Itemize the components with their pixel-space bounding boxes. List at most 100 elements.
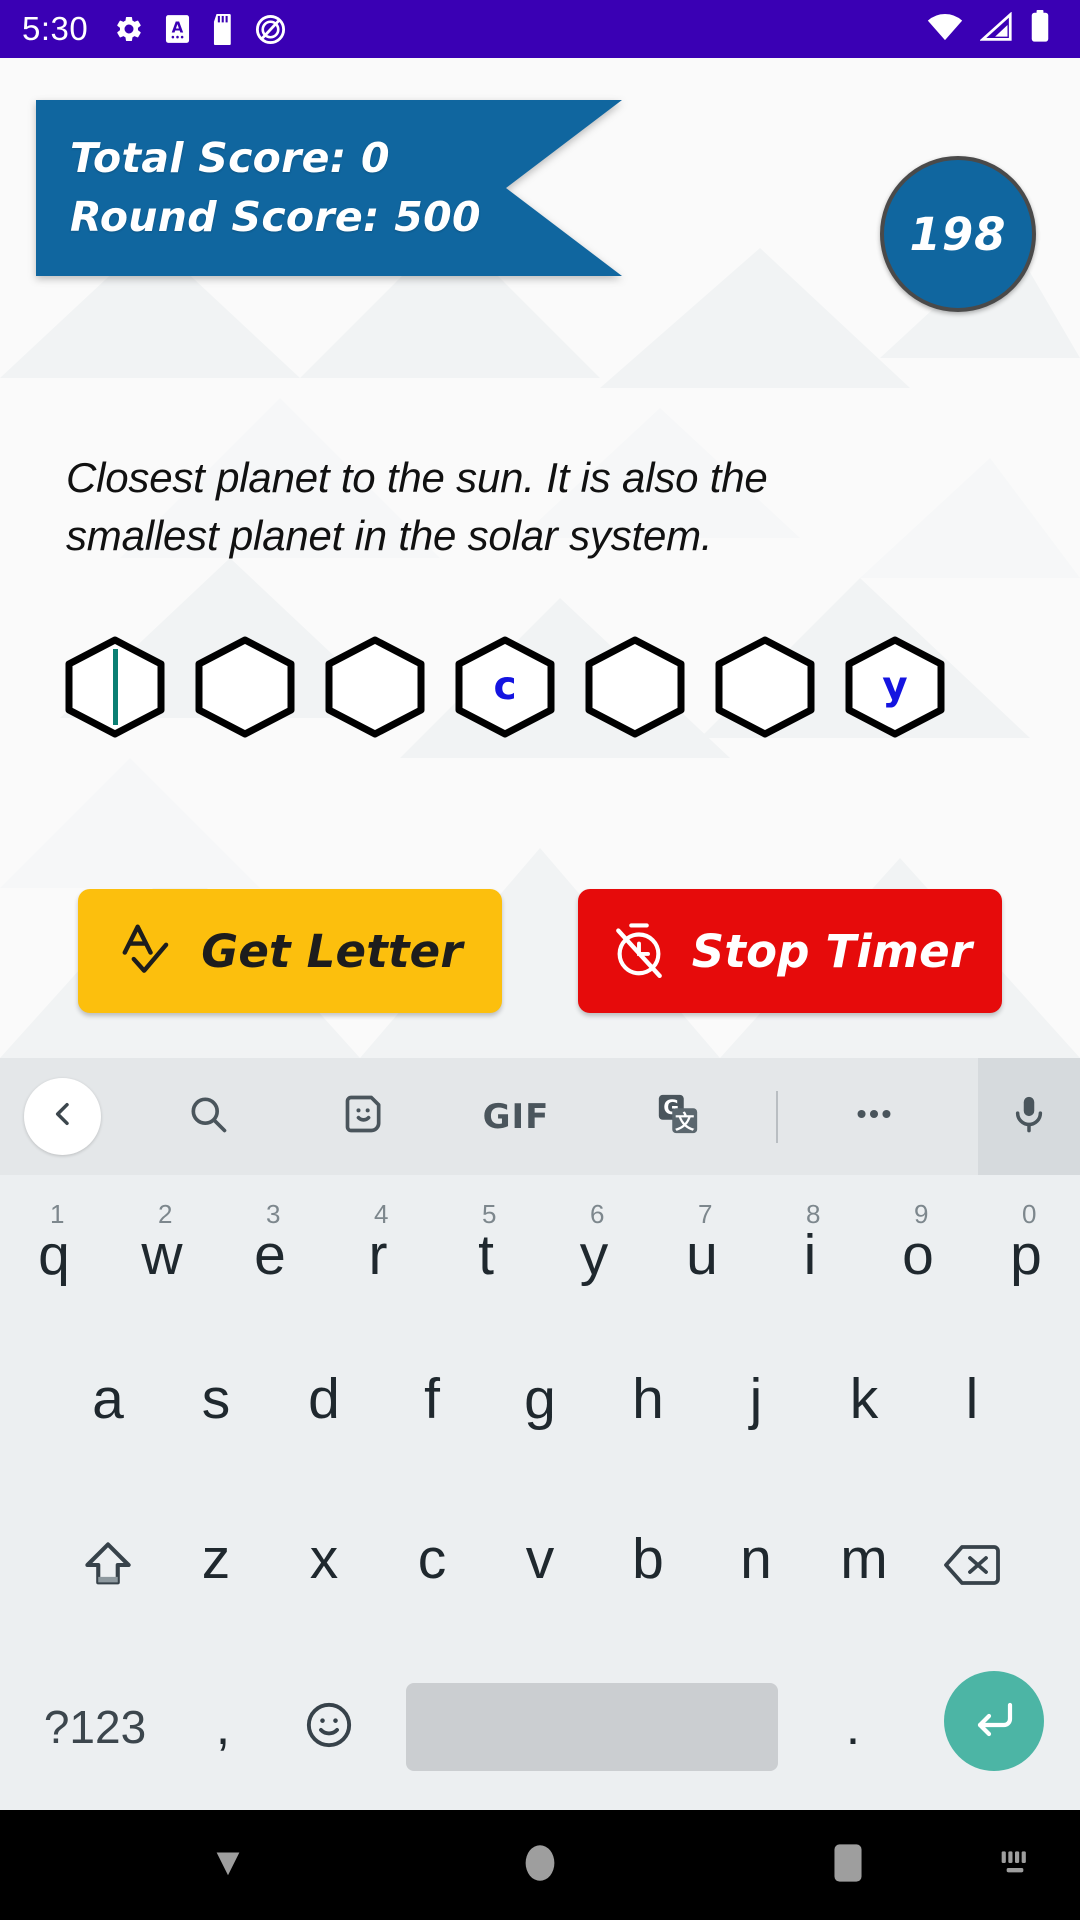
- keyboard-back-button[interactable]: [24, 1078, 101, 1155]
- status-bar: 5:30 A: [0, 0, 1080, 58]
- key-d[interactable]: d: [270, 1335, 378, 1495]
- key-label: u: [686, 1223, 718, 1287]
- key-label: h: [632, 1367, 664, 1431]
- key-c[interactable]: c: [378, 1495, 486, 1655]
- key-o[interactable]: 9o: [864, 1175, 972, 1335]
- hex-cell-3[interactable]: [322, 635, 428, 739]
- key-r[interactable]: 4r: [324, 1175, 432, 1335]
- hex-cell-4[interactable]: c: [452, 635, 558, 739]
- emoji-icon: [303, 1699, 355, 1756]
- key-label: s: [201, 1367, 231, 1431]
- keyboard-row-3: z x c v b n m: [0, 1495, 1080, 1655]
- key-j[interactable]: j: [702, 1335, 810, 1495]
- toolbar-divider: [776, 1091, 778, 1143]
- key-w[interactable]: 2w: [108, 1175, 216, 1335]
- shift-icon: [82, 1539, 134, 1596]
- key-comma[interactable]: ,: [180, 1683, 266, 1771]
- key-label: i: [803, 1223, 817, 1287]
- key-label: x: [309, 1527, 339, 1591]
- key-q[interactable]: 1q: [0, 1175, 108, 1335]
- key-enter[interactable]: [944, 1671, 1044, 1771]
- hexagon-icon: [325, 636, 425, 738]
- key-z[interactable]: z: [162, 1495, 270, 1655]
- keyboard-search-button[interactable]: [160, 1058, 256, 1175]
- clue-text: Closest planet to the sun. It is also th…: [66, 454, 768, 559]
- more-horizontal-icon: [851, 1091, 897, 1142]
- key-shift[interactable]: [54, 1495, 162, 1655]
- key-e[interactable]: 3e: [216, 1175, 324, 1335]
- hex-cell-6[interactable]: [712, 635, 818, 739]
- hex-letter: y: [882, 663, 908, 709]
- key-v[interactable]: v: [486, 1495, 594, 1655]
- key-i[interactable]: 8i: [756, 1175, 864, 1335]
- key-u[interactable]: 7u: [648, 1175, 756, 1335]
- keyboard-indicator-icon: [995, 1846, 1035, 1885]
- gif-icon: GIF: [482, 1096, 550, 1137]
- key-b[interactable]: b: [594, 1495, 702, 1655]
- key-m[interactable]: m: [810, 1495, 918, 1655]
- key-label: n: [740, 1527, 772, 1591]
- status-bar-clock: 5:30: [22, 10, 89, 47]
- gear-icon: [114, 14, 144, 44]
- keyboard-row-4: ?123 , .: [0, 1655, 1080, 1810]
- backspace-icon: [944, 1539, 1000, 1596]
- key-g[interactable]: g: [486, 1335, 594, 1495]
- timer-off-icon: [608, 919, 670, 984]
- nav-home-button[interactable]: [480, 1810, 600, 1920]
- key-label: ?123: [43, 1701, 147, 1753]
- keyboard-translate-button[interactable]: G 文: [630, 1058, 726, 1175]
- keyboard-gif-button[interactable]: GIF: [468, 1058, 564, 1175]
- on-screen-keyboard: GIF G 文 1 q 2 w 3 e 4 r 5 t 6 y 7 u 8 i …: [0, 1058, 1080, 1810]
- nav-keyboard-indicator: [955, 1810, 1075, 1920]
- key-label: b: [632, 1527, 664, 1591]
- nav-back-button[interactable]: [168, 1810, 288, 1920]
- key-label: ,: [215, 1698, 231, 1756]
- keyboard-more-button[interactable]: [826, 1058, 922, 1175]
- keyboard-row-1: 1q 2w 3e 4r 5t 6y 7u 8i 9o 0p: [0, 1175, 1080, 1335]
- hex-cell-7[interactable]: y: [842, 635, 948, 739]
- nav-recents-button[interactable]: [788, 1810, 908, 1920]
- key-h[interactable]: h: [594, 1335, 702, 1495]
- key-x[interactable]: x: [270, 1495, 378, 1655]
- hex-cell-1[interactable]: [62, 635, 168, 739]
- microphone-icon: [1008, 1093, 1050, 1140]
- hexagon-icon: [715, 636, 815, 738]
- answer-hex-row: c y: [62, 633, 1022, 741]
- key-symbols[interactable]: ?123: [30, 1683, 160, 1771]
- key-s[interactable]: s: [162, 1335, 270, 1495]
- key-a[interactable]: a: [54, 1335, 162, 1495]
- key-t[interactable]: 5t: [432, 1175, 540, 1335]
- home-circle-icon: [520, 1841, 560, 1890]
- get-letter-button[interactable]: Get Letter: [78, 889, 502, 1013]
- do-not-disturb-icon: [255, 14, 286, 45]
- key-label: p: [1010, 1223, 1042, 1287]
- key-n[interactable]: n: [702, 1495, 810, 1655]
- key-l[interactable]: l: [918, 1335, 1026, 1495]
- round-score-label: Round Score: 500: [70, 193, 481, 241]
- key-p[interactable]: 0p: [972, 1175, 1080, 1335]
- key-label: d: [308, 1367, 340, 1431]
- key-backspace[interactable]: [918, 1495, 1026, 1655]
- hex-cell-5[interactable]: [582, 635, 688, 739]
- keyboard-voice-input-button[interactable]: [978, 1058, 1080, 1175]
- key-space[interactable]: [406, 1683, 778, 1771]
- hexagon-icon: [195, 636, 295, 738]
- key-label: y: [579, 1223, 609, 1287]
- key-label: m: [840, 1527, 888, 1591]
- a-checkmark-icon: [117, 919, 179, 984]
- timer-value: 198: [909, 207, 1007, 261]
- keyboard-row-2: a s d f g h j k l: [0, 1335, 1080, 1495]
- key-period[interactable]: .: [810, 1683, 896, 1771]
- score-ribbon: Total Score: 0 Round Score: 500: [36, 100, 622, 276]
- key-label: r: [368, 1223, 388, 1287]
- key-f[interactable]: f: [378, 1335, 486, 1495]
- hex-cell-2[interactable]: [192, 635, 298, 739]
- battery-icon: [1030, 10, 1050, 48]
- key-k[interactable]: k: [810, 1335, 918, 1495]
- key-label: f: [424, 1367, 440, 1431]
- key-y[interactable]: 6y: [540, 1175, 648, 1335]
- sticker-icon: [342, 1092, 386, 1141]
- key-emoji[interactable]: [286, 1683, 372, 1771]
- stop-timer-button[interactable]: Stop Timer: [578, 889, 1002, 1013]
- keyboard-sticker-button[interactable]: [316, 1058, 412, 1175]
